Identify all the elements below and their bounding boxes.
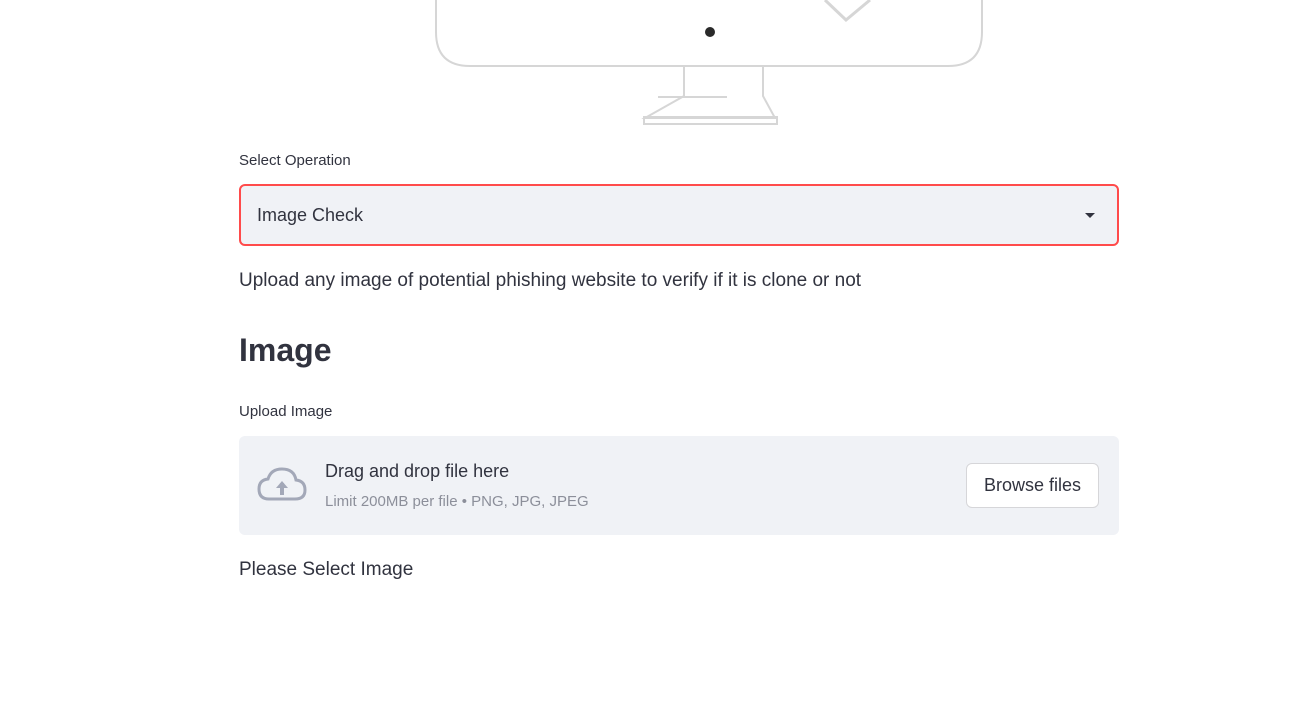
operation-select-value: Image Check <box>257 204 364 225</box>
chevron-down-icon <box>1085 212 1095 218</box>
page-description: Upload any image of potential phishing w… <box>239 270 862 291</box>
monitor-check-mark <box>823 0 871 23</box>
image-section-heading: Image <box>239 332 332 368</box>
monitor-illustration <box>435 0 983 125</box>
main-content: Select Operation Image Check Upload any … <box>0 0 1302 723</box>
file-dropzone[interactable]: Drag and drop file here Limit 200MB per … <box>239 436 1119 535</box>
monitor-power-dot <box>705 27 715 37</box>
browse-files-button[interactable]: Browse files <box>966 463 1099 508</box>
cloud-upload-icon <box>257 467 307 501</box>
upload-image-label: Upload Image <box>239 403 333 420</box>
select-operation-label: Select Operation <box>239 152 351 169</box>
operation-select[interactable]: Image Check <box>239 184 1119 246</box>
monitor-stand <box>641 66 777 119</box>
status-message: Please Select Image <box>239 559 414 580</box>
dropzone-hint: Limit 200MB per file • PNG, JPG, JPEG <box>325 493 589 510</box>
dropzone-title: Drag and drop file here <box>325 461 510 481</box>
